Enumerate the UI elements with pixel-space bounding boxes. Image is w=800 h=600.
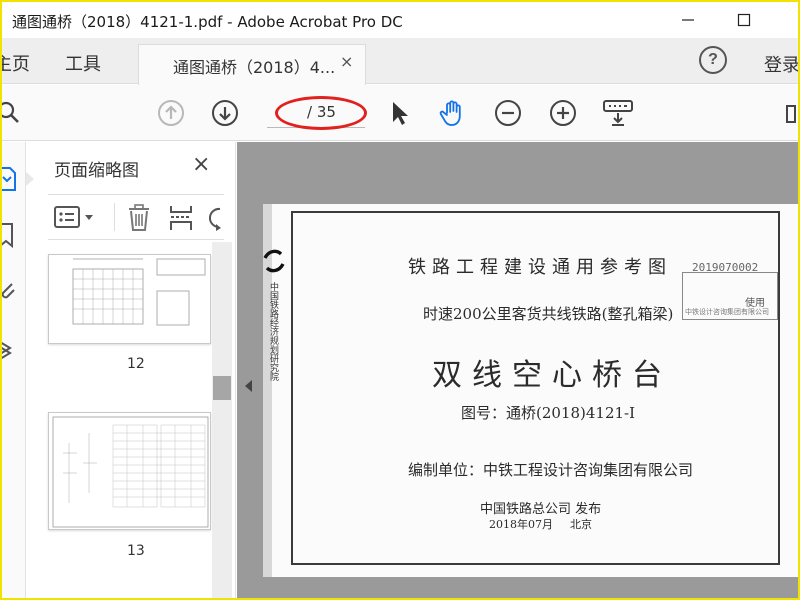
toolbar: / 35 [2,85,798,141]
select-arrow-icon[interactable] [385,98,415,128]
minimize-button[interactable] [668,6,708,34]
highlight-ellipse [275,96,367,130]
bookmark-icon[interactable] [2,220,18,250]
search-icon[interactable] [2,98,26,128]
thumbnail-drawing [52,416,209,528]
hand-icon[interactable] [438,98,468,128]
maximize-icon [737,13,751,27]
app-window: 通图通桥（2018）4121-1.pdf - Adobe Acrobat Pro… [2,2,798,598]
doc-subtitle: 时速200公里客货共线铁路(整孔箱梁) [423,305,674,323]
title-bar: 通图通桥（2018）4121-1.pdf - Adobe Acrobat Pro… [2,2,798,38]
panel-title: 页面缩略图 [54,161,139,181]
page-up-icon[interactable] [156,98,186,128]
keyboard-icon[interactable] [602,98,634,128]
attachment-icon[interactable] [2,276,18,306]
doc-drawing-number: 图号：通桥(2018)4121-Ⅰ [461,404,636,422]
collapse-panel-icon[interactable] [245,380,252,392]
window-title: 通图通桥（2018）4121-1.pdf - Adobe Acrobat Pro… [12,13,403,31]
left-nav-rail [2,142,26,598]
tab-close-icon[interactable]: × [340,52,353,71]
minimize-icon [682,19,694,21]
thumbnail-page-12[interactable] [48,254,211,344]
doc-big-title: 双线空心桥台 [432,358,672,393]
menu-home[interactable]: 主页 [2,50,30,76]
thumbnail-page-13[interactable] [48,412,211,530]
login-button[interactable]: 登录 [764,51,798,77]
doc-date: 2018年07月 [489,518,553,531]
toolbar-divider [114,203,115,231]
menu-tools[interactable]: 工具 [65,50,101,76]
panel-toolbar [48,194,224,240]
document-tab[interactable]: 通图通桥（2018）4... × [138,44,366,85]
page-down-icon[interactable] [210,98,240,128]
thumbnail-drawing [72,258,206,326]
thumbnails-panel: 页面缩略图 × 12 13 [38,142,236,598]
document-tab-label: 通图通桥（2018）4... [173,58,336,77]
zoom-out-icon[interactable] [493,98,523,128]
side-text: 中国铁路经济规划研究院 [268,282,278,381]
doc-city: 北京 [570,518,592,531]
stamp-small-text: 中铁设计咨询集团有限公司 [685,308,769,316]
zoom-in-icon[interactable] [548,98,578,128]
delete-icon[interactable] [126,203,152,233]
logo-icon [263,249,285,273]
maximize-button[interactable] [724,6,764,34]
stamp-box: 使用 中铁设计咨询集团有限公司 [682,272,778,320]
panel-close-icon[interactable]: × [192,152,210,177]
insert-page-icon[interactable] [168,203,194,233]
doc-compiler: 编制单位：中铁工程设计咨询集团有限公司 [408,461,694,479]
layers-icon[interactable] [2,334,18,364]
scrollbar-thumb[interactable] [213,376,231,400]
thumbnail-label: 13 [127,543,145,559]
page-thumbnails-icon[interactable] [2,164,18,194]
help-icon[interactable]: ? [699,46,727,74]
thumbnail-label: 12 [127,356,145,372]
menu-bar: 主页 工具 通图通桥（2018）4... × ? 登录 [2,38,798,85]
panel-pointer [26,172,34,186]
more-tools-icon[interactable] [785,98,798,128]
options-menu-icon[interactable] [54,205,98,231]
thumbnail-scrollbar[interactable] [212,242,232,598]
doc-publisher: 中国铁路总公司 发布 [480,502,602,517]
rotate-icon[interactable] [208,205,224,231]
doc-main-title: 铁路工程建设通用参考图 [408,257,672,278]
